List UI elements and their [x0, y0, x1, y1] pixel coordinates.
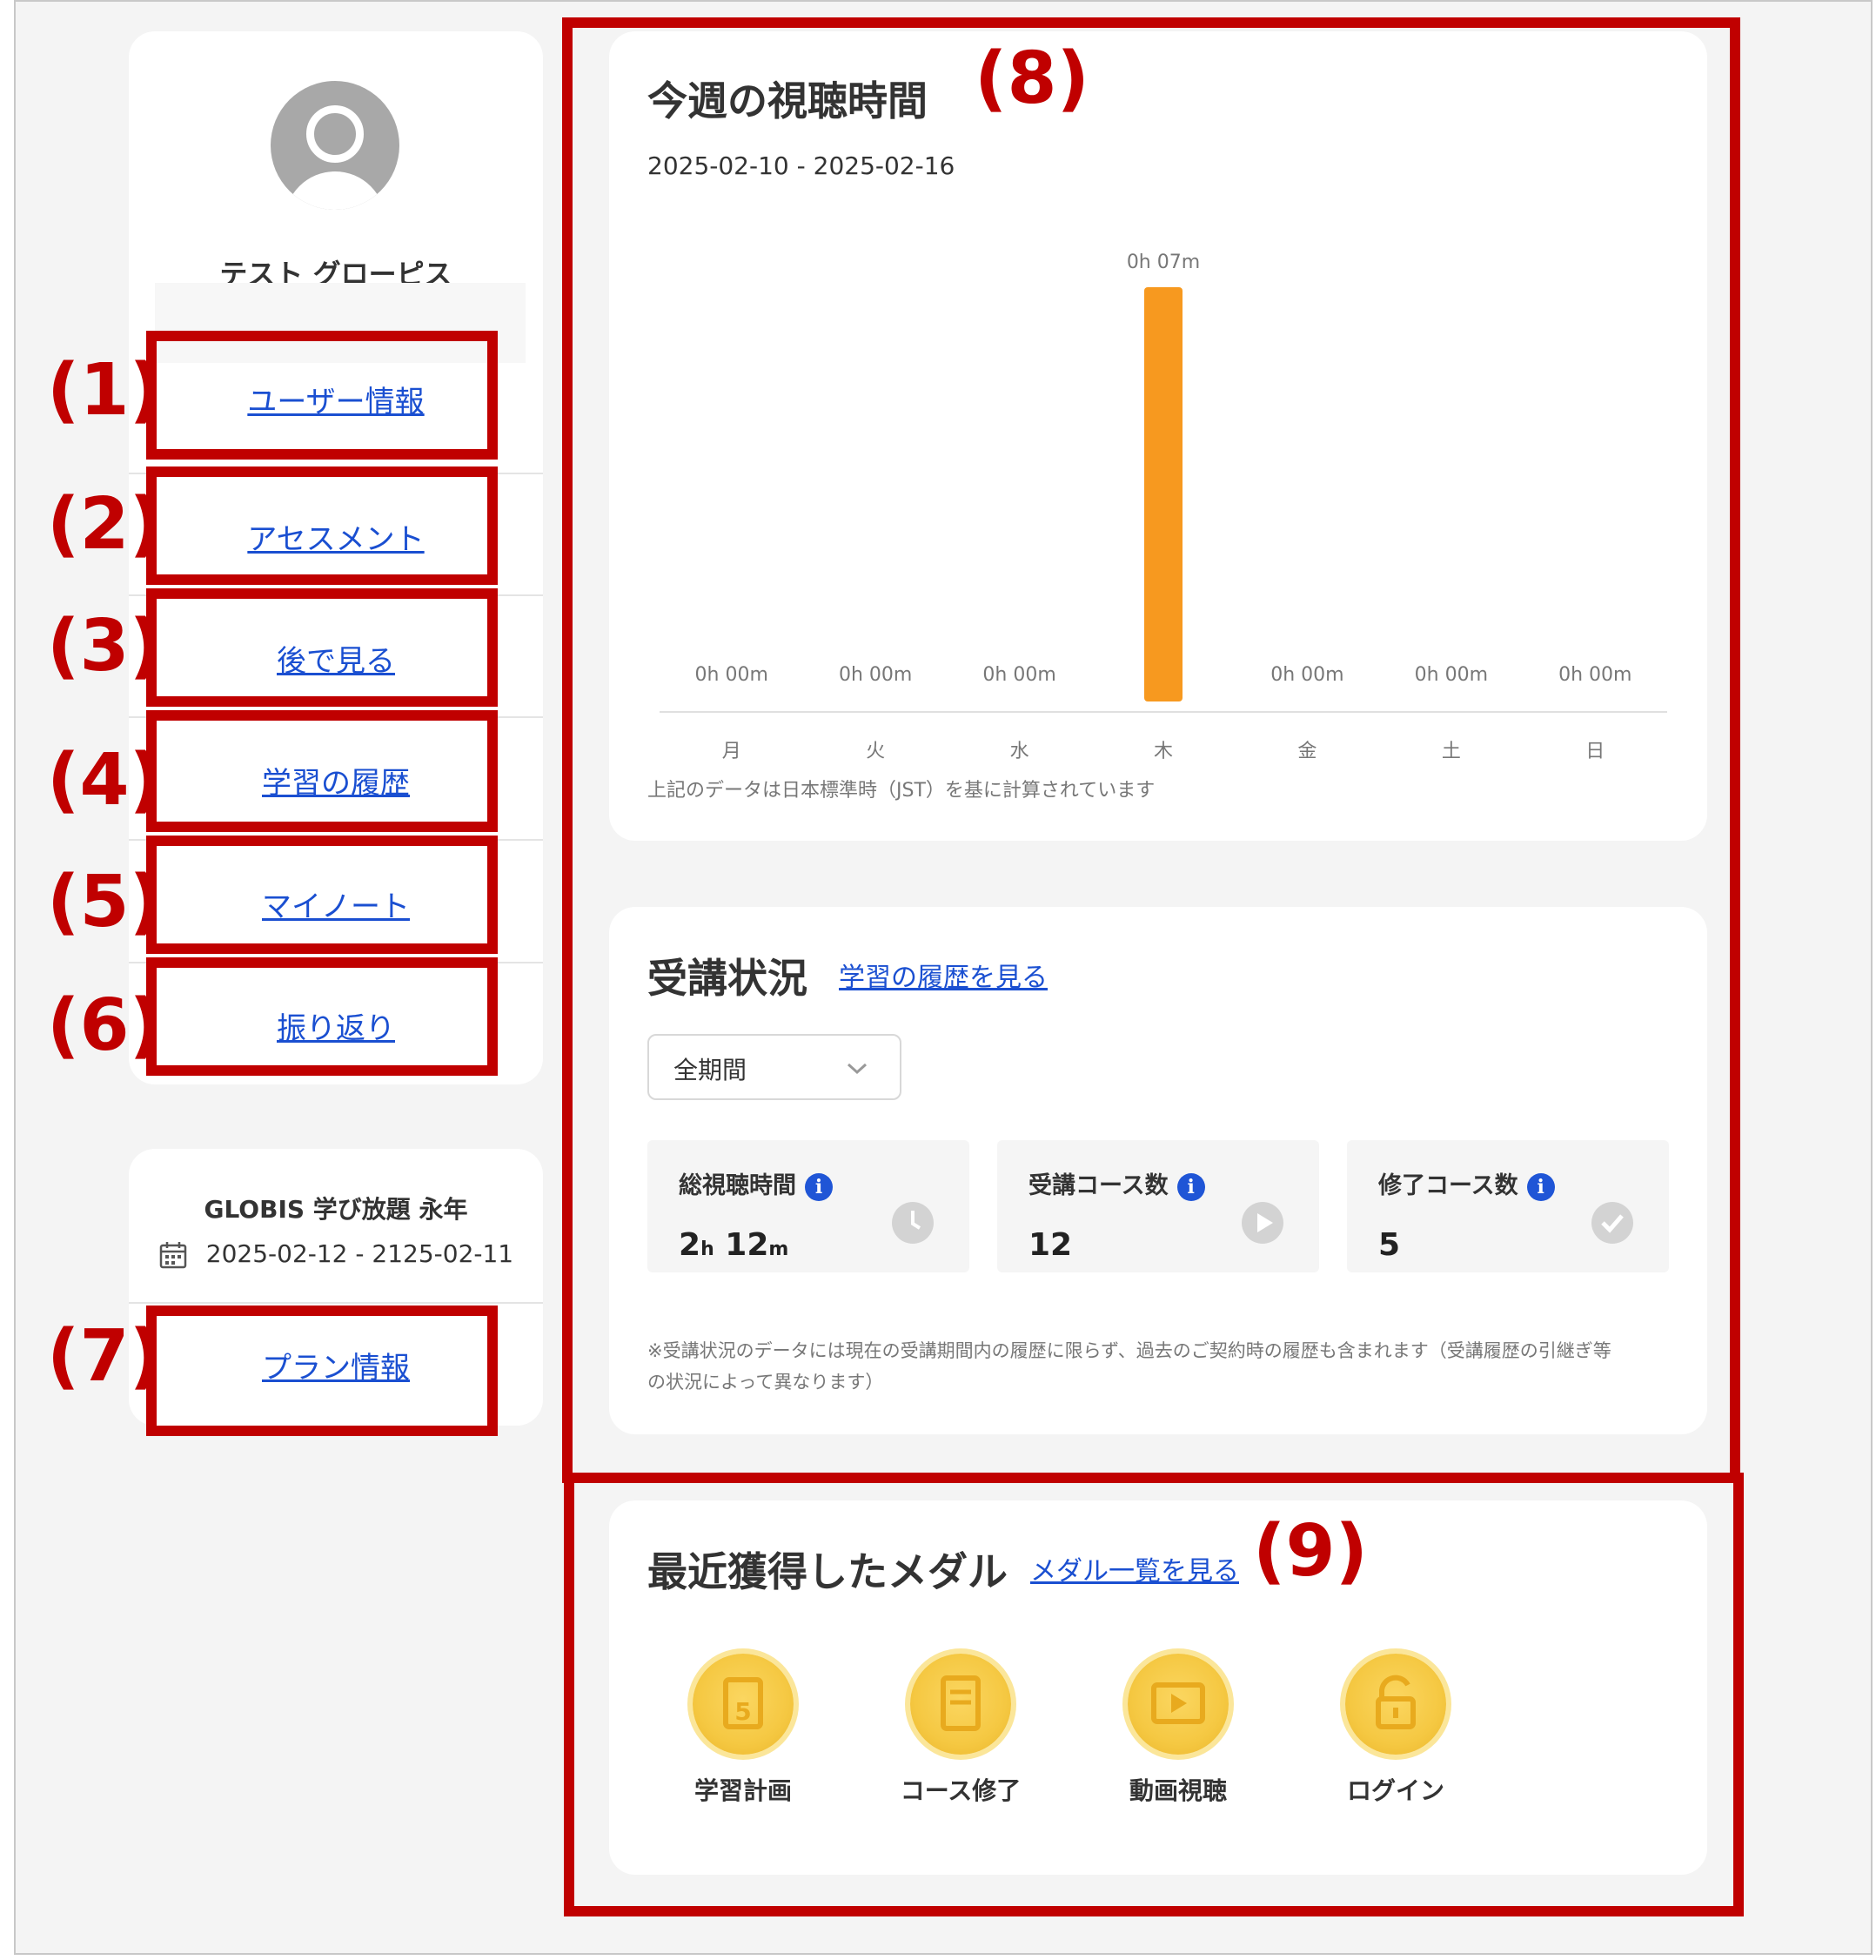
- period-select[interactable]: 全期間: [647, 1034, 901, 1100]
- stat-value: 2h 12m: [679, 1227, 789, 1263]
- annotation-marker-9: (9): [1253, 1510, 1369, 1593]
- annotation-marker-7: (7): [47, 1315, 163, 1398]
- medal-label: 学習計画: [693, 1776, 792, 1805]
- chart-data-label: 0h 00m: [1270, 664, 1343, 686]
- menu-divider: [129, 473, 543, 474]
- menu-divider: [129, 839, 543, 841]
- plan-name: GLOBIS 学び放題 永年: [204, 1195, 468, 1224]
- stat-label: 修了コース数: [1378, 1172, 1518, 1199]
- chart-tick-label: 水: [1010, 741, 1029, 762]
- plan-divider: [129, 1302, 543, 1304]
- chart-tick-label: 月: [722, 741, 741, 762]
- weekly-bar-chart: 0h 00m 月 0h 00m 火 0h 00m 水 0h 07m 木 0h 00m 金 0h 00…: [660, 252, 1667, 762]
- medals-title: 最近獲得したメダル: [647, 1548, 1008, 1595]
- chart-data-label: 0h 07m: [1127, 252, 1200, 273]
- avatar-body-shape: [285, 171, 385, 210]
- chart-data-label: 0h 00m: [839, 664, 912, 686]
- chart-data-label: 0h 00m: [1415, 664, 1488, 686]
- annotation-marker-2: (2): [47, 483, 163, 566]
- annotation-marker-8: (8): [975, 37, 1090, 120]
- plan-period-row: 2025-02-12 - 2125-02-11: [129, 1239, 543, 1270]
- learning-history-link[interactable]: 学習の履歴を見る: [839, 956, 1048, 994]
- medal-label: ログイン: [1346, 1776, 1444, 1805]
- stat-label-row: 総視聴時間 i: [679, 1166, 833, 1201]
- annotation-marker-1: (1): [47, 349, 163, 432]
- chart-data-label: 0h 00m: [1558, 664, 1631, 686]
- calendar-medal-icon: 5: [693, 1654, 794, 1755]
- menu-link-watch-later[interactable]: 後で見る: [127, 637, 545, 680]
- stat-value: 12: [1028, 1227, 1073, 1263]
- calendar-icon: [159, 1242, 187, 1269]
- chart-tick-label: 日: [1585, 741, 1605, 762]
- chart-tick-label: 金: [1297, 741, 1317, 762]
- annotation-marker-3: (3): [47, 605, 163, 688]
- avatar: [271, 81, 399, 210]
- svg-text:5: 5: [734, 1697, 751, 1726]
- clock-icon: [892, 1202, 934, 1244]
- check-icon: [1591, 1202, 1633, 1244]
- status-note-line2: の状況によって異なります）: [647, 1372, 884, 1393]
- chevron-down-icon: [847, 1063, 868, 1075]
- chart-tick-label: 木: [1154, 741, 1173, 762]
- info-icon[interactable]: i: [1176, 1172, 1205, 1201]
- stat-enrolled-courses: 受講コース数 i 12: [997, 1140, 1319, 1272]
- menu-link-reflection[interactable]: 振り返り: [127, 1004, 545, 1047]
- play-icon: [1242, 1202, 1283, 1244]
- avatar-head-shape: [306, 105, 364, 163]
- unlock-medal-icon: [1345, 1654, 1446, 1755]
- status-note-line1: ※受講状況のデータには現在の受講期間内の履歴に限らず、過去のご契約時の履歴も含ま…: [647, 1340, 1611, 1361]
- medal-list-link[interactable]: メダル一覧を見る: [1030, 1549, 1239, 1587]
- chart-tick-label: 火: [866, 741, 885, 762]
- stat-completed-courses: 修了コース数 i 5: [1347, 1140, 1669, 1272]
- weekly-note: 上記のデータは日本標準時（JST）を基に計算されています: [647, 780, 1156, 802]
- stat-label: 受講コース数: [1028, 1172, 1169, 1199]
- menu-link-assessment[interactable]: アセスメント: [127, 515, 545, 558]
- name-underlay: [155, 283, 526, 363]
- chart-data-label: 0h 00m: [982, 664, 1055, 686]
- menu-divider: [129, 962, 543, 963]
- video-medal-icon: [1128, 1654, 1229, 1755]
- status-title: 受講状況: [647, 955, 807, 1002]
- plan-period: 2025-02-12 - 2125-02-11: [205, 1239, 514, 1268]
- stat-label-row: 修了コース数 i: [1378, 1166, 1555, 1201]
- plan-info-link[interactable]: プラン情報: [127, 1344, 545, 1386]
- stat-label-row: 受講コース数 i: [1028, 1166, 1205, 1201]
- annotation-marker-5: (5): [47, 861, 163, 943]
- menu-divider: [129, 594, 543, 596]
- medal-label: 動画視聴: [1129, 1776, 1227, 1805]
- stat-label: 総視聴時間: [679, 1172, 796, 1199]
- chart-data-label: 0h 00m: [695, 664, 768, 686]
- medal-label: コース修了: [900, 1776, 1022, 1805]
- info-icon[interactable]: i: [805, 1172, 833, 1201]
- chart-bar: [1144, 287, 1183, 701]
- weekly-title: 今週の視聴時間: [647, 77, 928, 124]
- chart-tick-label: 土: [1442, 741, 1461, 762]
- stat-value: 5: [1378, 1227, 1401, 1263]
- book-medal-icon: [910, 1654, 1011, 1755]
- period-select-value: 全期間: [673, 1056, 747, 1084]
- stat-total-watch-time: 総視聴時間 i 2h 12m: [647, 1140, 969, 1272]
- weekly-range: 2025-02-10 - 2025-02-16: [647, 151, 955, 180]
- annotation-marker-6: (6): [47, 984, 163, 1067]
- info-icon[interactable]: i: [1526, 1172, 1555, 1201]
- menu-link-learning-history[interactable]: 学習の履歴: [127, 759, 545, 802]
- menu-divider: [129, 716, 543, 718]
- menu-link-my-note[interactable]: マイノート: [127, 883, 545, 925]
- annotation-marker-4: (4): [47, 739, 163, 822]
- menu-link-user-info[interactable]: ユーザー情報: [127, 378, 545, 420]
